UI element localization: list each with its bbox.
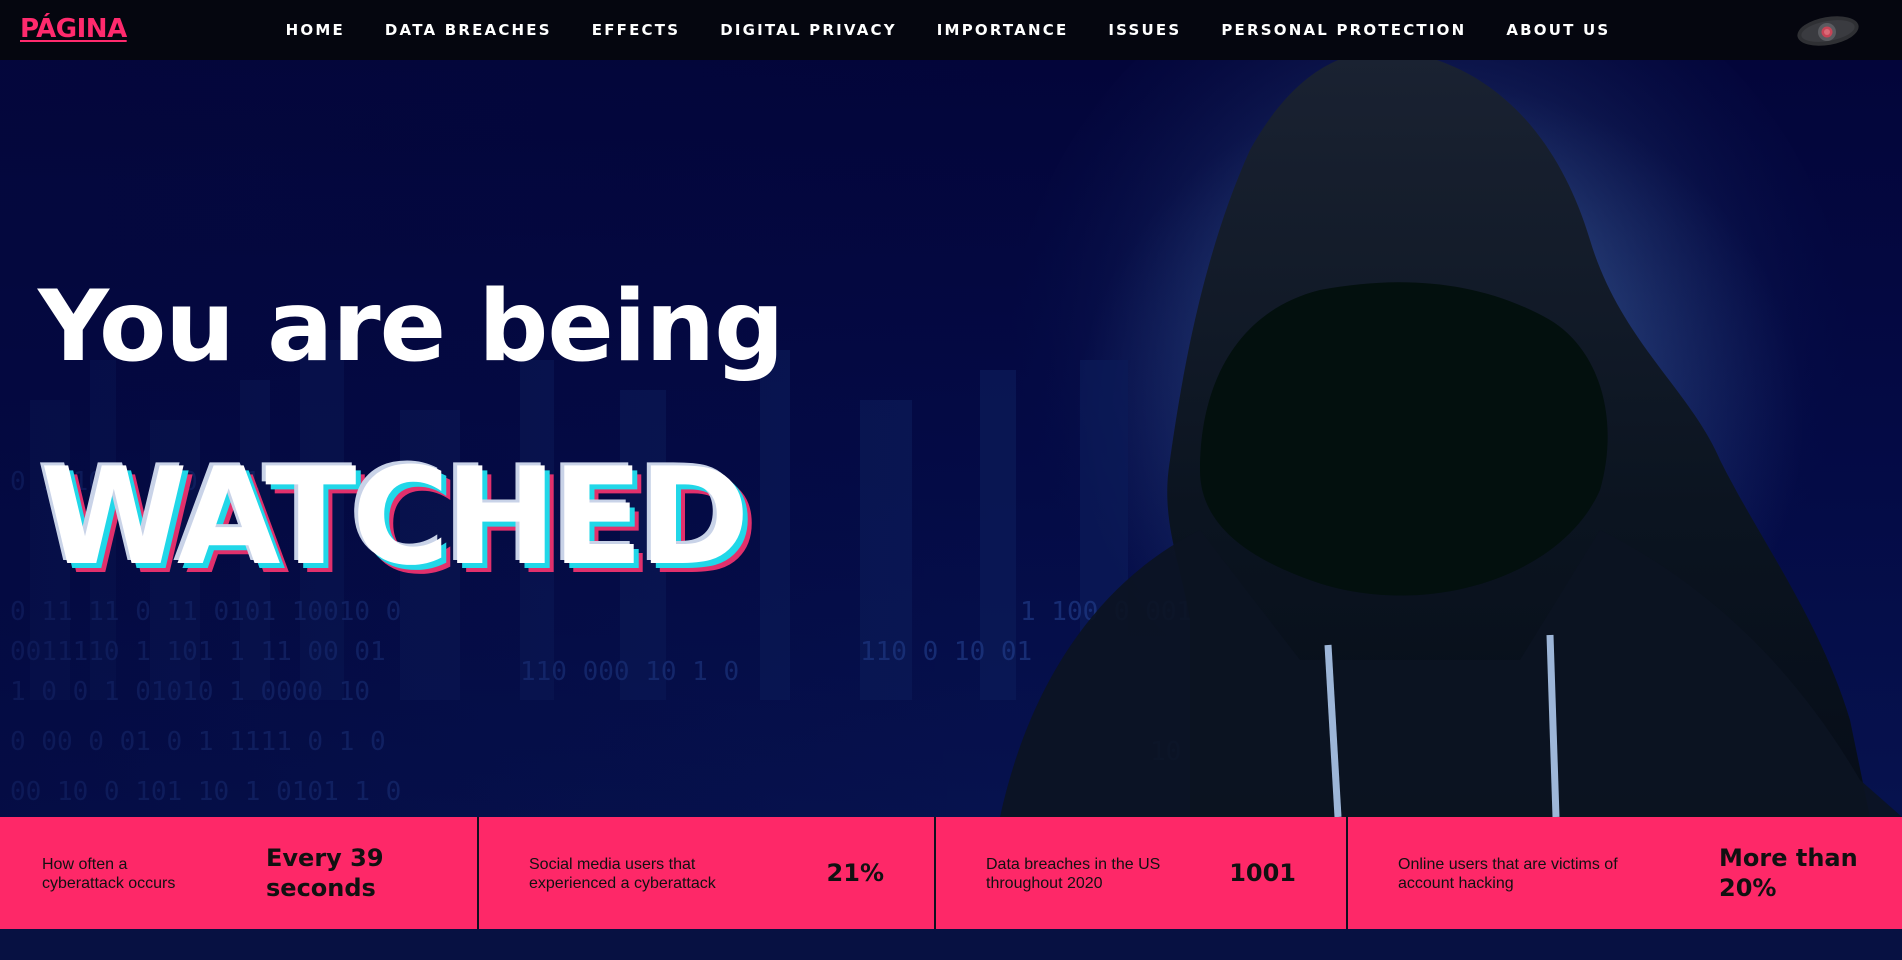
nav-link-effects[interactable]: EFFECTS (592, 21, 680, 39)
stat-card-social-media-users: Social media users that experienced a cy… (479, 817, 936, 929)
stat-value: 21% (826, 859, 884, 887)
stat-value: More than 20% (1719, 844, 1858, 902)
stat-label: Data breaches in the US throughout 2020 (986, 856, 1161, 892)
hero-headline: You are being (38, 270, 784, 384)
stat-card-account-hacking: Online users that are victims of account… (1348, 817, 1902, 929)
next-section-edge (0, 929, 1902, 960)
stat-label: How often a cyberattack occurs (42, 856, 176, 892)
nav-links: HOME DATA BREACHES EFFECTS DIGITAL PRIVA… (0, 0, 1902, 60)
nav-link-personal-protection[interactable]: PERSONAL PROTECTION (1221, 21, 1466, 39)
stat-label: Social media users that experienced a cy… (529, 856, 716, 892)
stat-card-attack-frequency: How often a cyberattack occurs Every 39 … (0, 817, 479, 929)
nav-link-issues[interactable]: ISSUES (1108, 21, 1181, 39)
hero-section: 0 1 10 0 1 0 1 1 0 0 11 11 0 11 0101 100… (0, 60, 1902, 817)
nav-link-home[interactable]: HOME (286, 21, 345, 39)
page: PÁGINA HOME DATA BREACHES EFFECTS DIGITA… (0, 0, 1902, 960)
nav-link-about-us[interactable]: ABOUT US (1506, 21, 1610, 39)
stat-card-data-breaches: Data breaches in the US throughout 2020 … (936, 817, 1348, 929)
stat-label: Online users that are victims of account… (1398, 856, 1618, 892)
stat-value: 1001 (1229, 859, 1296, 887)
eye-icon[interactable] (1794, 12, 1862, 50)
top-navbar: PÁGINA HOME DATA BREACHES EFFECTS DIGITA… (0, 0, 1902, 60)
stat-value: Every 39 seconds (266, 844, 384, 902)
nav-link-importance[interactable]: IMPORTANCE (937, 21, 1069, 39)
hero-headline-emphasis: WATCHED (40, 439, 750, 595)
stats-bar: How often a cyberattack occurs Every 39 … (0, 817, 1902, 929)
nav-link-data-breaches[interactable]: DATA BREACHES (385, 21, 552, 39)
nav-link-digital-privacy[interactable]: DIGITAL PRIVACY (720, 21, 897, 39)
